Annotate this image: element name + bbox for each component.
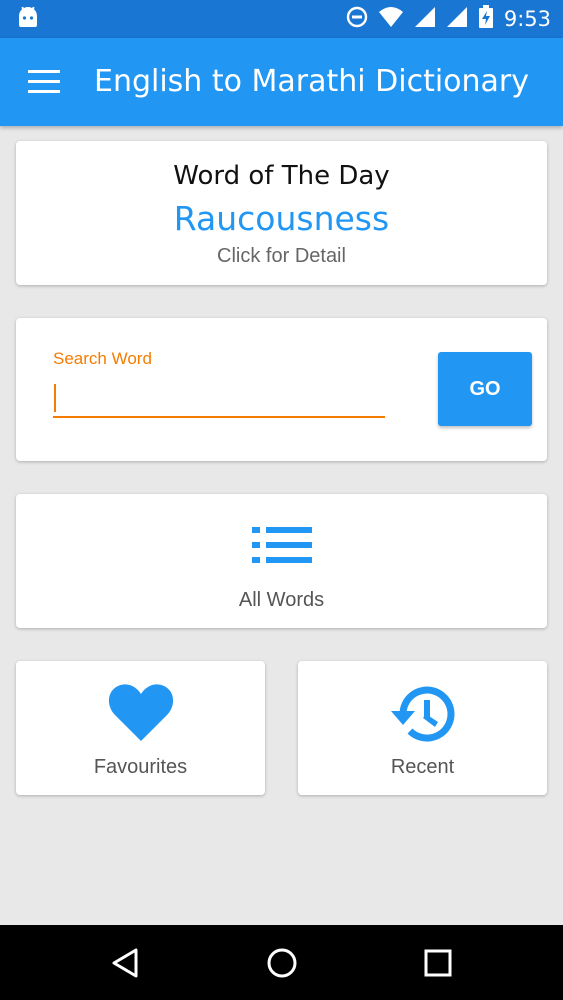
list-icon bbox=[252, 527, 312, 568]
signal-icon-2 bbox=[446, 6, 468, 33]
heart-icon bbox=[108, 683, 174, 748]
history-icon bbox=[389, 683, 457, 750]
favourites-label: Favourites bbox=[93, 756, 188, 778]
battery-charging-icon bbox=[478, 4, 494, 34]
android-icon bbox=[16, 6, 40, 35]
search-label: Search Word bbox=[53, 349, 152, 368]
word-of-day-detail: Click for Detail bbox=[217, 245, 346, 267]
status-bar: 9:53 bbox=[0, 0, 563, 38]
search-card: Search Word GO bbox=[16, 318, 547, 461]
app-bar: English to Marathi Dictionary bbox=[0, 38, 563, 126]
wifi-icon bbox=[378, 6, 404, 33]
recents-icon[interactable] bbox=[418, 943, 458, 983]
clock: 9:53 bbox=[503, 7, 551, 31]
text-cursor bbox=[54, 384, 56, 412]
word-of-day-card[interactable]: Word of The Day Raucousness Click for De… bbox=[16, 141, 547, 285]
home-icon[interactable] bbox=[262, 943, 302, 983]
signal-icon bbox=[414, 6, 436, 33]
word-of-day-heading: Word of The Day bbox=[173, 161, 390, 191]
recent-card[interactable]: Recent bbox=[298, 661, 547, 795]
go-button[interactable]: GO bbox=[438, 352, 532, 426]
search-input[interactable] bbox=[53, 380, 385, 418]
all-words-label: All Words bbox=[238, 589, 325, 611]
back-icon[interactable] bbox=[106, 943, 146, 983]
all-words-card[interactable]: All Words bbox=[16, 494, 547, 628]
app-title: English to Marathi Dictionary bbox=[94, 64, 530, 99]
navigation-bar bbox=[0, 925, 563, 1000]
recent-label: Recent bbox=[390, 756, 455, 778]
menu-icon[interactable] bbox=[28, 70, 60, 94]
favourites-card[interactable]: Favourites bbox=[16, 661, 265, 795]
word-of-day-word: Raucousness bbox=[173, 199, 390, 238]
do-not-disturb-icon bbox=[346, 6, 368, 33]
